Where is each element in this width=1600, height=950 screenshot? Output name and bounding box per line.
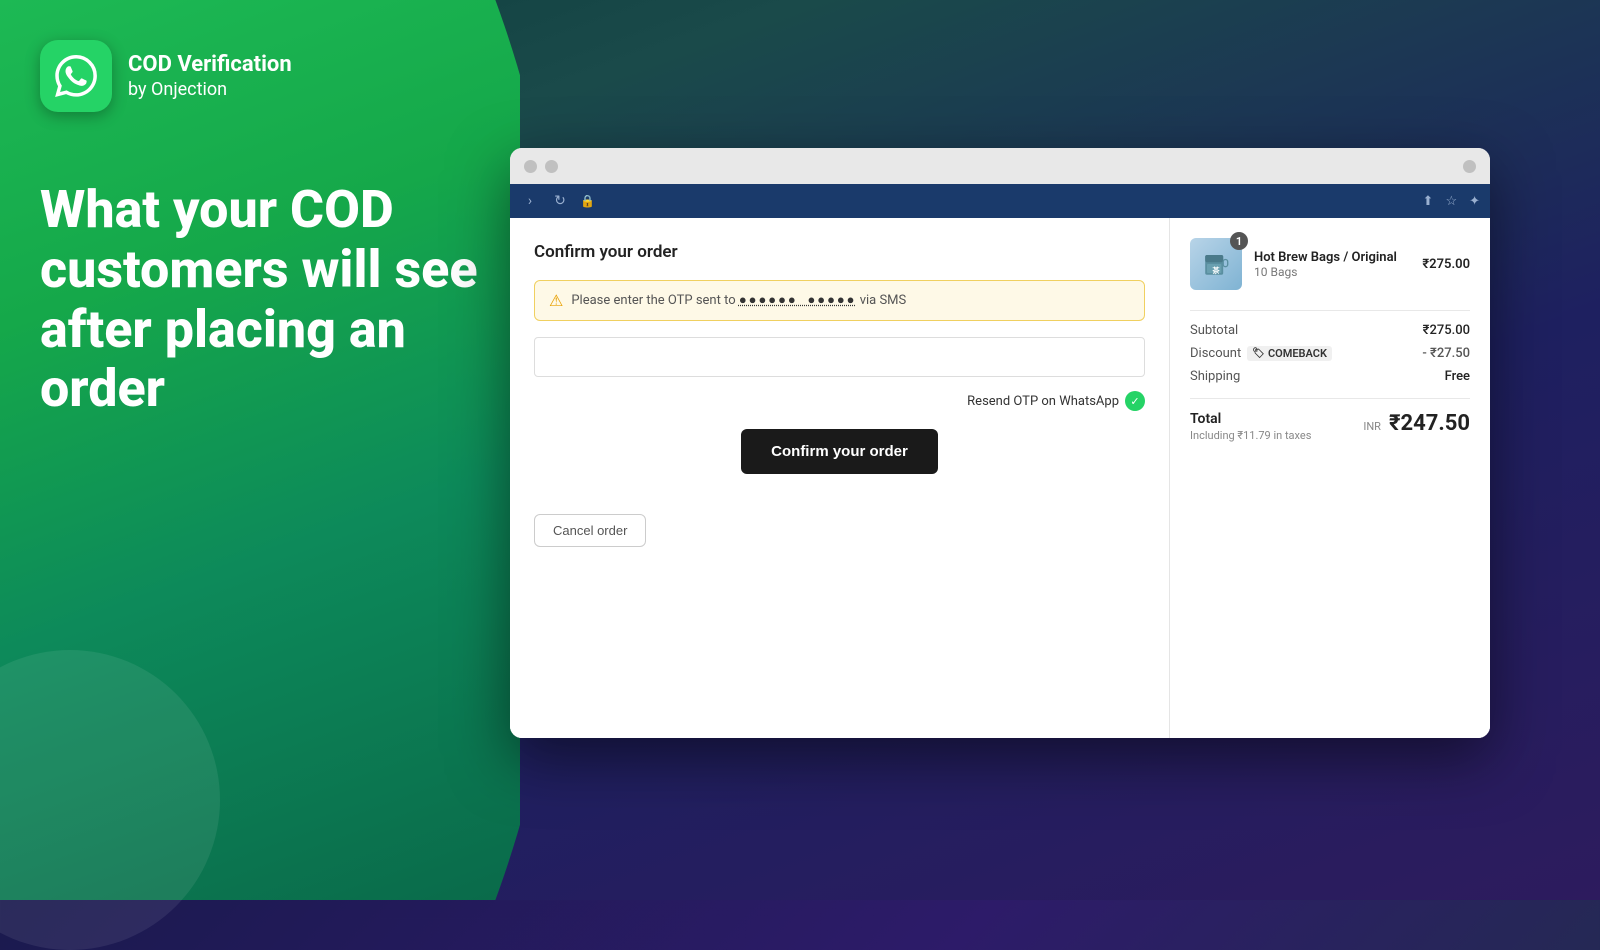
resend-otp-row: Resend OTP on WhatsApp ✓ xyxy=(534,391,1145,411)
subtotal-value: ₹275.00 xyxy=(1423,323,1470,338)
discount-code-badge: 🏷 COMEBACK xyxy=(1247,346,1332,361)
product-info: Hot Brew Bags / Original 10 Bags xyxy=(1254,250,1410,279)
total-label-block: Total Including ₹11.79 in taxes xyxy=(1190,411,1311,442)
svg-text:茶: 茶 xyxy=(1211,266,1220,275)
product-mug-svg: 茶 xyxy=(1198,246,1234,282)
browser-forward-btn[interactable]: › xyxy=(520,193,540,209)
browser-toolbar: › ↻ 🔒 ⬆ ☆ ✦ xyxy=(510,184,1490,218)
browser-window: › ↻ 🔒 ⬆ ☆ ✦ Confirm your order ⚠ Please … xyxy=(510,148,1490,738)
product-price: ₹275.00 xyxy=(1422,257,1470,272)
product-name: Hot Brew Bags / Original xyxy=(1254,250,1410,265)
subtotal-row: Subtotal ₹275.00 xyxy=(1190,323,1470,338)
discount-label-group: Discount 🏷 COMEBACK xyxy=(1190,346,1332,361)
shipping-value: Free xyxy=(1445,369,1470,384)
product-variant: 10 Bags xyxy=(1254,265,1410,279)
traffic-light-close[interactable] xyxy=(524,160,537,173)
browser-bookmark-icon[interactable]: ☆ xyxy=(1445,194,1457,209)
total-amount-block: INR ₹247.50 xyxy=(1363,411,1470,436)
otp-input-field[interactable] xyxy=(534,337,1145,377)
total-label: Total xyxy=(1190,411,1311,427)
subtotal-label: Subtotal xyxy=(1190,323,1238,338)
confirm-order-title: Confirm your order xyxy=(534,242,1145,262)
app-main-title: COD Verification xyxy=(128,52,292,78)
browser-share-icon[interactable]: ⬆ xyxy=(1423,194,1434,209)
order-form-section: Confirm your order ⚠ Please enter the OT… xyxy=(510,218,1170,738)
browser-extension-icon[interactable]: ✦ xyxy=(1469,194,1480,209)
browser-refresh-btn[interactable]: ↻ xyxy=(550,193,570,209)
otp-alert-text: Please enter the OTP sent to ●●●●●● ●●●●… xyxy=(571,293,906,308)
traffic-light-minimize[interactable] xyxy=(545,160,558,173)
product-quantity-badge: 1 xyxy=(1230,232,1248,250)
masked-phone: ●●●●●● ●●●●● xyxy=(739,293,857,308)
total-value: ₹247.50 xyxy=(1389,411,1470,436)
whatsapp-logo-icon xyxy=(55,55,97,97)
otp-alert-box: ⚠ Please enter the OTP sent to ●●●●●● ●●… xyxy=(534,280,1145,321)
order-summary-section: 茶 1 Hot Brew Bags / Original 10 Bags ₹27… xyxy=(1170,218,1490,738)
discount-row: Discount 🏷 COMEBACK - ₹27.50 xyxy=(1190,346,1470,361)
app-sub-title: by Onjection xyxy=(128,79,292,100)
alert-warning-icon: ⚠ xyxy=(549,291,563,310)
hero-heading: What your COD customers will see after p… xyxy=(40,180,500,419)
confirm-order-button[interactable]: Confirm your order xyxy=(741,429,938,474)
whatsapp-small-icon: ✓ xyxy=(1125,391,1145,411)
resend-otp-link[interactable]: Resend OTP on WhatsApp xyxy=(967,394,1119,409)
product-row: 茶 1 Hot Brew Bags / Original 10 Bags ₹27… xyxy=(1190,238,1470,290)
traffic-light-maximize[interactable] xyxy=(1463,160,1476,173)
app-icon xyxy=(40,40,112,112)
summary-divider-1 xyxy=(1190,310,1470,311)
total-tax-text: Including ₹11.79 in taxes xyxy=(1190,429,1311,442)
browser-titlebar xyxy=(510,148,1490,184)
product-image-container: 茶 1 xyxy=(1190,238,1242,290)
cancel-order-button[interactable]: Cancel order xyxy=(534,514,646,547)
total-row: Total Including ₹11.79 in taxes INR ₹247… xyxy=(1190,398,1470,442)
browser-lock-icon: 🔒 xyxy=(580,194,595,208)
browser-toolbar-actions: ⬆ ☆ ✦ xyxy=(1423,194,1480,209)
discount-tag-icon: 🏷 xyxy=(1252,348,1265,359)
browser-content: Confirm your order ⚠ Please enter the OT… xyxy=(510,218,1490,738)
total-currency: INR xyxy=(1363,420,1381,433)
hero-text-block: What your COD customers will see after p… xyxy=(40,180,500,419)
app-title-block: COD Verification by Onjection xyxy=(128,52,292,99)
branding-header: COD Verification by Onjection xyxy=(40,40,292,112)
shipping-label: Shipping xyxy=(1190,369,1240,384)
shipping-row: Shipping Free xyxy=(1190,369,1470,384)
discount-value: - ₹27.50 xyxy=(1422,346,1470,361)
